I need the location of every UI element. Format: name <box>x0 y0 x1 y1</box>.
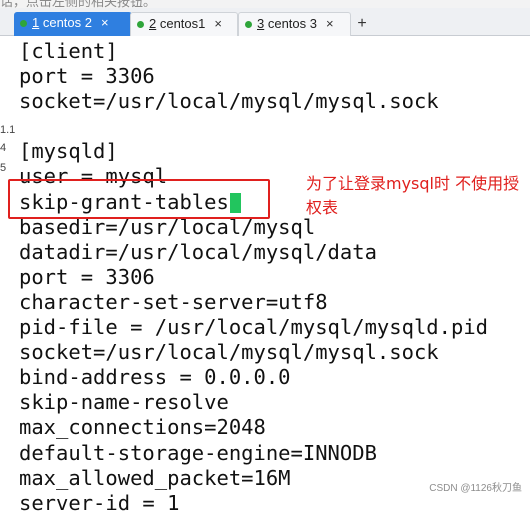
tab-label: centos1 <box>156 16 206 31</box>
top-hint-text: 话，点击左侧的相关按钮。 <box>0 0 157 8</box>
editor-line: default-storage-engine=INNODB <box>19 440 377 465</box>
tab-label: centos 2 <box>39 15 92 30</box>
close-icon[interactable]: × <box>214 13 222 35</box>
editor-line: port = 3306 <box>19 64 155 89</box>
editor-line: socket=/usr/local/mysql/mysql.sock <box>19 340 439 365</box>
left-gutter: 1.1 4 5 <box>0 36 16 500</box>
gutter-label: 5 <box>0 162 7 174</box>
editor-line: port = 3306 <box>19 264 155 289</box>
highlight-box <box>8 179 270 219</box>
editor-line: max_connections=2048 <box>19 415 266 440</box>
watermark: CSDN @1126秋刀鱼 <box>429 483 522 494</box>
annotation-text: 为了让登录mysql时 不使用授权表 <box>306 174 520 217</box>
editor-line: [client] <box>19 39 118 63</box>
editor-line: character-set-server=utf8 <box>19 289 328 314</box>
editor-line: bind-address = 0.0.0.0 <box>19 365 291 390</box>
editor-line: [mysqld] <box>19 139 118 164</box>
plus-icon[interactable]: + <box>352 14 372 34</box>
editor-line: server-id = 1 <box>19 490 180 515</box>
terminal-text-area[interactable]: [client] port = 3306 socket=/usr/local/m… <box>19 39 530 516</box>
editor-line: datadir=/usr/local/mysql/data <box>19 239 377 264</box>
tab-centos-2[interactable]: 1 centos 2 × <box>14 12 132 36</box>
connected-dot-icon <box>245 20 252 28</box>
tab-label: centos 3 <box>264 16 317 31</box>
close-icon[interactable]: × <box>326 13 334 35</box>
tab-centos1[interactable]: 2 centos1 × <box>130 12 238 36</box>
connected-dot-icon <box>20 19 27 27</box>
top-hint-strip: 话，点击左侧的相关按钮。 <box>0 0 530 8</box>
editor-line: pid-file = /usr/local/mysql/mysqld.pid <box>19 315 488 340</box>
editor-line: socket=/usr/local/mysql/mysql.sock <box>19 89 439 114</box>
tab-centos-3[interactable]: 3 centos 3 × <box>238 12 351 36</box>
connected-dot-icon <box>137 20 144 28</box>
gutter-label: 1.1 <box>0 124 16 136</box>
close-icon[interactable]: × <box>101 12 109 34</box>
gutter-label: 4 <box>0 142 7 154</box>
session-tab-bar: 1 centos 2 × 2 centos1 × 3 centos 3 × + <box>0 8 530 36</box>
editor-line: skip-name-resolve <box>19 390 229 415</box>
